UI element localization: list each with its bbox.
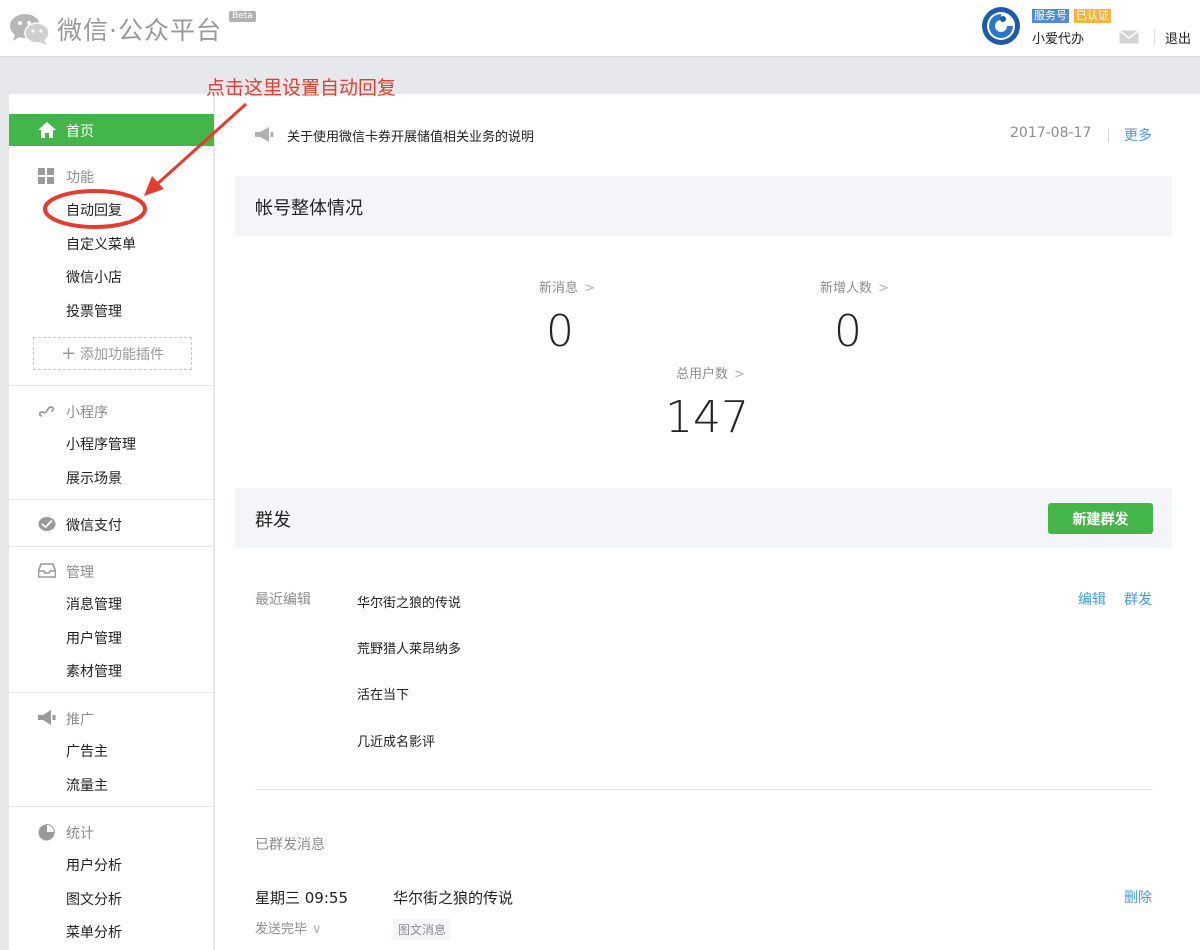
sidebar-item-advertiser[interactable]: 广告主 [66, 741, 108, 761]
top-bar: 微信·公众平台 Beta 服务号 已认证 小爱代办 退出 [0, 0, 1200, 57]
new-messages-value: 0 [546, 306, 574, 357]
megaphone-icon [38, 710, 56, 725]
sidebar-item-vote-manage[interactable]: 投票管理 [66, 301, 122, 321]
add-plugin-label: 添加功能插件 [80, 346, 165, 363]
sidebar-item-label: 微信支付 [66, 518, 122, 534]
sidebar-group-label: 推广 [66, 712, 94, 728]
sent-status-label: 发送完毕 [255, 922, 308, 937]
sidebar-item-display-scene[interactable]: 展示场景 [66, 468, 122, 488]
header-divider [1154, 29, 1155, 45]
sidebar-group-label: 小程序 [66, 405, 108, 421]
draft-item[interactable]: 几近成名影评 [357, 731, 435, 750]
chevron-right-icon: > [878, 281, 889, 296]
sidebar-group-label: 管理 [66, 565, 94, 581]
sidebar-item-home[interactable]: 首页 [9, 114, 214, 146]
pay-icon [38, 517, 56, 531]
sidebar-divider [9, 546, 214, 547]
sidebar-divider [9, 806, 214, 807]
edit-link[interactable]: 编辑 [1078, 589, 1106, 609]
notice-date: 2017-08-17 [1010, 125, 1092, 141]
sidebar-item-user-manage[interactable]: 用户管理 [66, 628, 122, 648]
sidebar-group-promote: 推广 [9, 707, 214, 729]
chevron-right-icon: > [584, 281, 595, 296]
notice-divider [1108, 128, 1109, 142]
notice-row: 关于使用微信卡券开展储值相关业务的说明 2017-08-17 更多 [215, 94, 1200, 176]
new-mass-send-button[interactable]: 新建群发 [1048, 503, 1153, 534]
sidebar: 首页 功能 自动回复 自定义菜单 微信小店 投票管理 + 添加功能插件 小程序 … [9, 94, 214, 950]
sidebar-divider [9, 499, 214, 500]
sidebar-item-menu-analysis[interactable]: 菜单分析 [66, 922, 122, 942]
annotation-text: 点击这里设置自动回复 [206, 77, 397, 99]
new-users-label: 新增人数 [820, 281, 873, 296]
mass-title: 群发 [255, 510, 291, 531]
sidebar-group-manage: 管理 [9, 560, 214, 582]
mass-send-link[interactable]: 群发 [1124, 589, 1152, 609]
new-users-value: 0 [834, 306, 862, 357]
account-name[interactable]: 小爱代办 [1032, 28, 1084, 47]
home-icon [38, 122, 56, 138]
wechat-logo[interactable]: 微信·公众平台 [9, 11, 222, 47]
logout-link[interactable]: 退出 [1165, 28, 1191, 47]
total-users-value: 147 [665, 392, 749, 443]
miniprogram-icon [38, 406, 55, 417]
overview-title: 帐号整体情况 [255, 198, 363, 219]
delete-link[interactable]: 删除 [1124, 887, 1152, 907]
sidebar-group-label: 功能 [66, 170, 94, 186]
wechat-icon [10, 14, 50, 45]
avatar[interactable] [981, 6, 1021, 46]
new-messages-link[interactable]: 新消息 > [539, 277, 595, 296]
verified-badge: 已认证 [1074, 9, 1111, 23]
sidebar-group-label: 统计 [66, 826, 94, 842]
sidebar-item-wechat-pay[interactable]: 微信支付 [9, 513, 214, 535]
main-content: 关于使用微信卡券开展储值相关业务的说明 2017-08-17 更多 帐号整体情况… [215, 94, 1200, 950]
total-users-link[interactable]: 总用户数 > [676, 363, 745, 382]
sidebar-group-features: 功能 [9, 165, 214, 187]
service-account-badge: 服务号 [1032, 9, 1069, 23]
chevron-down-icon: ∨ [312, 922, 322, 937]
sent-messages-label: 已群发消息 [255, 837, 325, 853]
account-area: 服务号 已认证 小爱代办 退出 [981, 6, 1200, 51]
grid-icon [38, 168, 54, 184]
section-divider [255, 789, 1153, 790]
sent-time: 星期三 09:55 [255, 889, 348, 907]
recent-edits-label: 最近编辑 [255, 592, 311, 608]
chevron-right-icon: > [734, 367, 745, 382]
draft-item[interactable]: 荒野猎人莱昂纳多 [357, 638, 461, 657]
message-type-tag: 图文消息 [393, 919, 452, 940]
total-users-label: 总用户数 [676, 367, 729, 382]
sidebar-item-article-analysis[interactable]: 图文分析 [66, 889, 122, 909]
more-link[interactable]: 更多 [1124, 125, 1152, 145]
new-users-link[interactable]: 新增人数 > [820, 277, 889, 296]
sidebar-item-miniprogram-manage[interactable]: 小程序管理 [66, 434, 136, 454]
pie-chart-icon [38, 824, 55, 841]
sidebar-divider [9, 385, 214, 386]
add-plugin-button[interactable]: + 添加功能插件 [33, 337, 192, 370]
sidebar-item-publisher[interactable]: 流量主 [66, 775, 108, 795]
sidebar-group-stats: 统计 [9, 821, 214, 843]
notice-title[interactable]: 关于使用微信卡券开展储值相关业务的说明 [287, 126, 534, 145]
draft-item[interactable]: 活在当下 [357, 684, 409, 703]
sidebar-item-material-manage[interactable]: 素材管理 [66, 661, 122, 681]
sidebar-group-miniprogram: 小程序 [9, 400, 214, 422]
mail-icon[interactable] [1119, 30, 1139, 44]
new-messages-label: 新消息 [539, 281, 579, 296]
logo-text: 微信·公众平台 [57, 16, 222, 45]
sent-status-dropdown[interactable]: 发送完毕 ∨ [255, 918, 322, 937]
overview-section-header: 帐号整体情况 [235, 176, 1172, 236]
draft-item[interactable]: 华尔街之狼的传说 [357, 592, 461, 611]
sidebar-item-wechat-store[interactable]: 微信小店 [66, 267, 122, 287]
inbox-icon [38, 563, 56, 578]
plus-icon: + [60, 342, 77, 364]
sidebar-item-label: 首页 [66, 124, 94, 140]
sidebar-item-custom-menu[interactable]: 自定义菜单 [66, 234, 136, 254]
sidebar-divider [9, 692, 214, 693]
announcement-icon [255, 127, 274, 142]
sent-title[interactable]: 华尔街之狼的传说 [393, 887, 513, 908]
sidebar-item-auto-reply[interactable]: 自动回复 [66, 200, 122, 220]
sidebar-item-user-analysis[interactable]: 用户分析 [66, 855, 122, 875]
sidebar-item-message-manage[interactable]: 消息管理 [66, 594, 122, 614]
mass-section-header: 群发 [235, 488, 1172, 548]
beta-badge: Beta [229, 11, 256, 22]
